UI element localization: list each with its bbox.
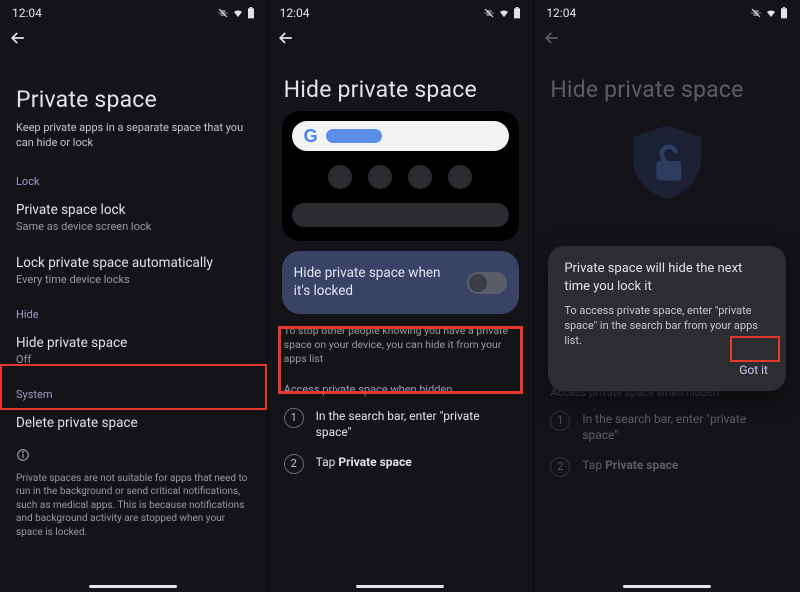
wifi-icon [498,7,510,19]
row-delete-private-space[interactable]: Delete private space [0,405,267,443]
vibrate-icon [750,7,762,19]
illustration-search-bar: G [292,121,510,151]
switch[interactable] [467,272,507,294]
arrow-left-icon [542,28,562,48]
step-text: Tap Private space [316,454,412,470]
row-autolock[interactable]: Lock private space automatically Every t… [0,245,267,298]
battery-icon [513,7,521,19]
row-title: Delete private space [16,415,251,431]
row-private-space-lock[interactable]: Private space lock Same as device screen… [0,192,267,245]
status-icons [217,7,255,19]
illustration-shield-lock [534,111,800,201]
illustration-apps-list: G [282,111,520,241]
vibrate-icon [217,7,229,19]
warning-text: Private spaces are not suitable for apps… [0,472,267,540]
dialog-title: Private space will hide the next time yo… [564,260,770,295]
back-button[interactable] [268,22,534,50]
back-button[interactable] [0,22,267,50]
phone-private-space-settings: 12:04 Private space Keep private apps in… [0,0,267,592]
step-text: In the search bar, enter "private space" [582,411,784,443]
step-2: 2 Tap Private space [268,450,534,484]
app-dot-icon [328,165,352,189]
gesture-bar[interactable] [623,585,711,588]
row-sub: Every time device locks [16,273,251,286]
back-button [534,22,800,50]
step-1: 1 In the search bar, enter "private spac… [534,407,800,453]
clock: 12:04 [12,6,42,20]
google-g-icon: G [304,126,318,147]
clock: 12:04 [546,6,576,20]
got-it-button[interactable]: Got it [737,359,770,381]
toggle-label: Hide private space when it's locked [294,265,458,300]
gesture-bar[interactable] [356,585,444,588]
illustration-slab [292,203,510,227]
phone-hide-private-space: 12:04 Hide private space G [267,0,534,592]
dialog-body: To access private space, enter "private … [564,303,770,349]
wifi-icon [765,7,777,19]
section-system: System [0,378,267,405]
app-dot-icon [368,165,392,189]
row-title: Private space lock [16,202,251,218]
step-number-icon: 2 [284,454,304,474]
app-dot-icon [448,165,472,189]
caption-text: To stop other people knowing you have a … [268,314,534,367]
info-icon [16,447,251,466]
step-number-icon: 2 [550,457,570,477]
illustration-search-pill [326,129,382,143]
illustration-app-icons [292,165,510,189]
phone-hide-private-space-dialog: 12:04 Hide private space locked To stop … [533,0,800,592]
app-dot-icon [408,165,432,189]
wifi-icon [232,7,244,19]
section-lock: Lock [0,165,267,192]
row-title: Lock private space automatically [16,255,251,271]
status-bar: 12:04 [268,0,534,22]
page-subtitle: Keep private apps in a separate space th… [0,121,267,165]
clock: 12:04 [280,6,310,20]
row-sub: Off [16,353,251,366]
step-text: Tap Private space [582,457,678,473]
step-number-icon: 1 [284,408,304,428]
step-number-icon: 1 [550,411,570,431]
shield-unlock-icon [622,121,712,201]
arrow-left-icon [8,28,28,48]
status-bar: 12:04 [534,0,800,22]
toggle-hide-when-locked[interactable]: Hide private space when it's locked [282,251,520,314]
row-title: Hide private space [16,335,251,351]
status-icons [750,7,788,19]
status-bar: 12:04 [0,0,267,22]
battery-icon [247,7,255,19]
battery-icon [780,7,788,19]
access-header: Access private space when hidden [268,367,534,404]
confirmation-dialog: Private space will hide the next time yo… [548,246,786,391]
section-hide: Hide [0,298,267,325]
vibrate-icon [483,7,495,19]
page-title: Hide private space [534,50,800,111]
step-1: 1 In the search bar, enter "private spac… [268,404,534,450]
page-title: Private space [0,50,267,121]
page-title: Hide private space [268,50,534,111]
row-hide-private-space[interactable]: Hide private space Off [0,325,267,378]
arrow-left-icon [276,28,296,48]
gesture-bar[interactable] [89,585,177,588]
step-text: In the search bar, enter "private space" [316,408,518,440]
switch-knob [469,274,487,292]
status-icons [483,7,521,19]
row-sub: Same as device screen lock [16,220,251,233]
step-2: 2 Tap Private space [534,453,800,487]
